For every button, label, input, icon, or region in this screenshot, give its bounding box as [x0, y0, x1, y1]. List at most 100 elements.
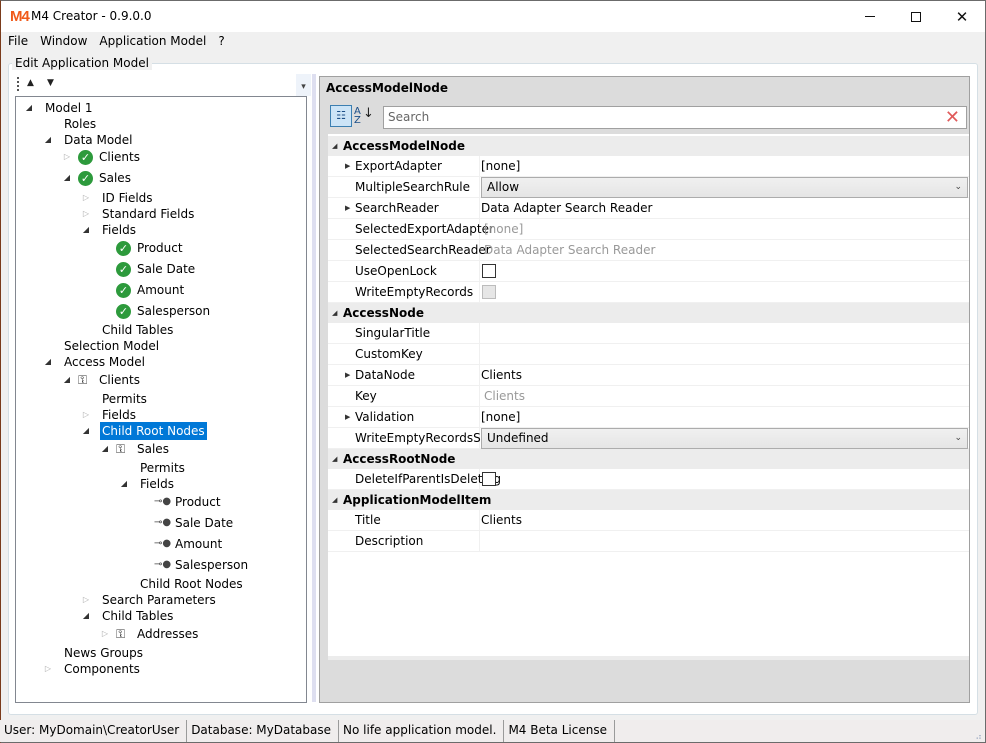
expand-icon[interactable]: ▷	[100, 625, 110, 643]
resize-grip[interactable]: ⣠	[975, 730, 982, 740]
tree-item[interactable]: ◢ ⚿ Sales	[16, 440, 306, 458]
collapse-icon[interactable]: ◢	[119, 475, 129, 493]
expand-icon[interactable]: ▶	[345, 156, 350, 176]
tree-item[interactable]: ◢ Child Tables	[16, 607, 306, 625]
tree-item-label[interactable]: Fields	[100, 221, 138, 239]
property-name[interactable]: WriteEmptyRecordsSet...	[340, 428, 504, 449]
property-row[interactable]: Description	[328, 531, 969, 552]
property-row[interactable]: SingularTitle	[328, 323, 969, 344]
tree-item-label[interactable]: Sales	[135, 440, 171, 458]
collapse-icon[interactable]: ◢	[81, 607, 91, 625]
property-value[interactable]	[481, 261, 969, 282]
property-row[interactable]: WriteEmptyRecordsSet... Undefined ⌄	[328, 428, 969, 449]
property-row[interactable]: SelectedExportAdapter [none]	[328, 219, 969, 240]
panel-splitter[interactable]	[312, 74, 316, 702]
move-down-button[interactable]: ▼	[47, 78, 54, 88]
property-row[interactable]: CustomKey	[328, 344, 969, 365]
collapse-icon[interactable]: ◢	[81, 422, 91, 440]
tree-item[interactable]: ⊸● Sale Date	[16, 514, 306, 532]
property-value[interactable]	[481, 282, 969, 303]
expand-icon[interactable]: ▷	[43, 660, 53, 678]
property-value-text[interactable]: Data Adapter Search Reader	[481, 198, 652, 218]
property-row[interactable]: Title Clients	[328, 510, 969, 531]
collapse-icon[interactable]: ◢	[332, 303, 337, 323]
collapse-icon[interactable]: ◢	[62, 169, 72, 187]
toolbar-grip[interactable]	[17, 77, 19, 91]
tree-item[interactable]: ◢ Fields	[16, 475, 306, 493]
expand-icon[interactable]: ▷	[62, 148, 72, 166]
property-name[interactable]: SelectedExportAdapter	[340, 219, 494, 240]
property-name[interactable]: SingularTitle	[340, 323, 480, 344]
tree-item-label[interactable]: Child Tables	[100, 607, 175, 625]
property-value[interactable]: Clients	[481, 365, 969, 386]
property-category[interactable]: ◢ AccessNode	[328, 303, 969, 323]
property-name[interactable]: UseOpenLock	[340, 261, 480, 282]
property-value-text[interactable]: [none]	[481, 156, 520, 176]
tree-item[interactable]: ◢ ⚿ Clients	[16, 371, 306, 389]
property-value[interactable]: [none]	[481, 407, 969, 428]
tree-item[interactable]: ✓ Amount	[16, 281, 306, 299]
property-row[interactable]: MultipleSearchRule Allow ⌄	[328, 177, 969, 198]
property-name[interactable]: SelectedSearchReader	[340, 240, 491, 261]
menu-window[interactable]: Window	[33, 32, 92, 51]
tree-item-label[interactable]: Salesperson	[173, 556, 250, 574]
property-name[interactable]: Title	[340, 510, 480, 531]
tree-item[interactable]: ✓ Salesperson	[16, 302, 306, 320]
property-name[interactable]: ▶ ExportAdapter	[340, 156, 480, 177]
expand-icon[interactable]: ▶	[345, 365, 350, 385]
tree-item[interactable]: ✓ Sale Date	[16, 260, 306, 278]
collapse-icon[interactable]: ◢	[43, 131, 53, 149]
property-value[interactable]: Clients	[481, 510, 969, 531]
property-value[interactable]: Undefined ⌄	[481, 428, 969, 449]
property-checkbox[interactable]	[482, 472, 496, 486]
categorized-view-button[interactable]: ☷	[330, 105, 352, 127]
tree-item[interactable]: ⊸● Salesperson	[16, 556, 306, 574]
property-value[interactable]	[481, 344, 969, 365]
tree-item-label[interactable]: Addresses	[135, 625, 200, 643]
maximize-button[interactable]	[893, 1, 939, 32]
property-value[interactable]	[481, 323, 969, 344]
tree-item[interactable]: ◢ ✓ Sales	[16, 169, 306, 187]
property-category[interactable]: ◢ AccessModelNode	[328, 136, 969, 156]
property-row[interactable]: Key Clients	[328, 386, 969, 407]
menu-file[interactable]: File	[1, 32, 33, 51]
property-row[interactable]: ▶ SearchReader Data Adapter Search Reader	[328, 198, 969, 219]
tree-item-label[interactable]: Components	[62, 660, 142, 678]
collapse-icon[interactable]: ◢	[81, 221, 91, 239]
tree-item[interactable]: ◢ Access Model	[16, 353, 306, 371]
property-row[interactable]: DeleteIfParentIsDeleting	[328, 469, 969, 490]
tree-item-label[interactable]: Sale Date	[173, 514, 235, 532]
property-value-text[interactable]: Clients	[481, 365, 522, 385]
tree-item[interactable]: ▷ ⚿ Addresses	[16, 625, 306, 643]
property-name[interactable]: Key	[340, 386, 480, 407]
property-row[interactable]: ▶ DataNode Clients	[328, 365, 969, 386]
tree-item-label[interactable]: Access Model	[62, 353, 147, 371]
tree-item-label[interactable]: Salesperson	[135, 302, 212, 320]
tree-item[interactable]: ▷ ✓ Clients	[16, 148, 306, 166]
tree-item-label[interactable]: Product	[135, 239, 185, 257]
property-combo[interactable]: Allow ⌄	[481, 177, 968, 198]
tree-item[interactable]: ◢ Data Model	[16, 131, 306, 149]
collapse-icon[interactable]: ◢	[332, 490, 337, 510]
close-button[interactable]: ✕	[939, 1, 985, 32]
property-name[interactable]: DeleteIfParentIsDeleting	[340, 469, 501, 490]
collapse-icon[interactable]: ◢	[62, 371, 72, 389]
property-category[interactable]: ◢ AccessRootNode	[328, 449, 969, 469]
tree-item-label[interactable]: Amount	[173, 535, 224, 553]
property-value[interactable]	[481, 531, 969, 552]
application-model-tree[interactable]: ◢ Model 1 Roles ◢ Data Model ▷ ✓ Clients ◢ ✓ Sales…	[15, 96, 307, 703]
tree-item-label[interactable]: Fields	[138, 475, 176, 493]
property-category[interactable]: ◢ ApplicationModelItem	[328, 490, 969, 510]
tree-item[interactable]: ▷ Components	[16, 660, 306, 678]
tree-item[interactable]: ✓ Product	[16, 239, 306, 257]
property-name[interactable]: MultipleSearchRule	[340, 177, 480, 198]
collapse-icon[interactable]: ◢	[100, 440, 110, 458]
menu-application-model[interactable]: Application Model	[92, 32, 211, 51]
clear-search-icon[interactable]: ✕	[945, 107, 960, 128]
property-grid-splitter[interactable]	[328, 656, 969, 660]
property-combo[interactable]: Undefined ⌄	[481, 428, 968, 449]
move-up-button[interactable]: ▲	[27, 78, 34, 88]
property-name[interactable]: ▶ SearchReader	[340, 198, 480, 219]
property-name[interactable]: CustomKey	[340, 344, 480, 365]
minimize-button[interactable]	[847, 1, 893, 32]
